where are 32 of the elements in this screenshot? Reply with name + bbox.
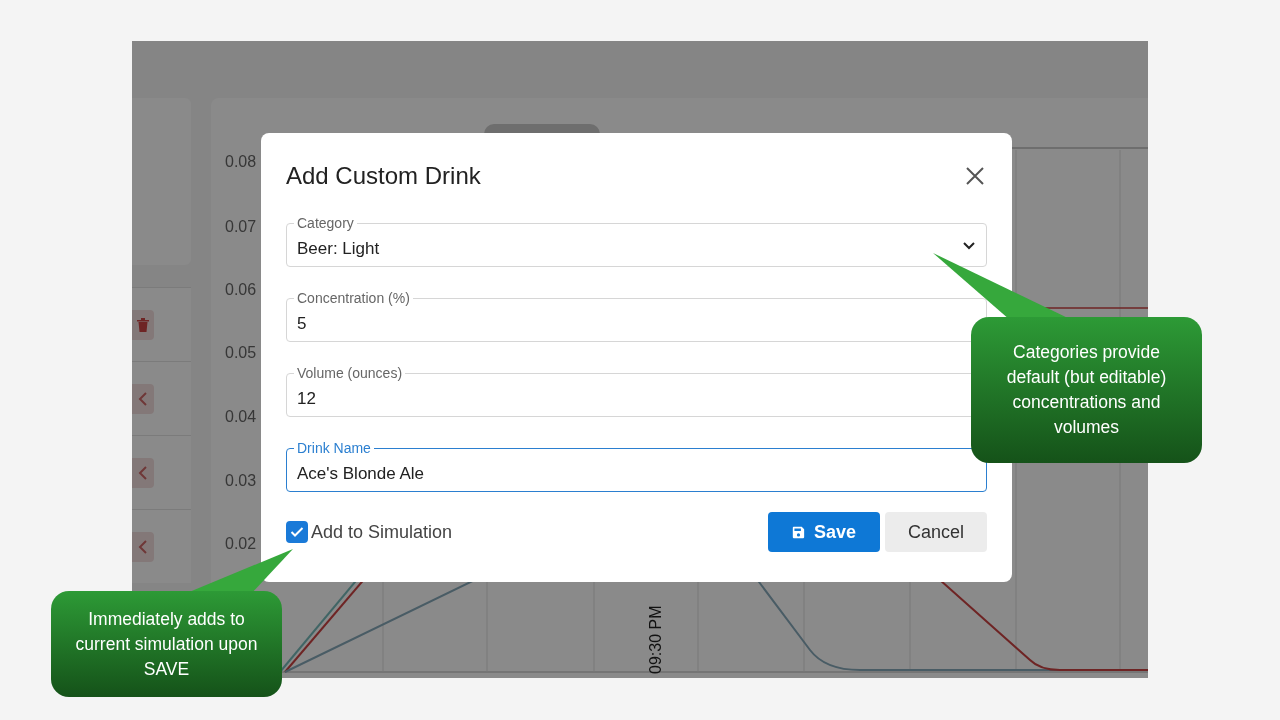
field-label: Volume (ounces) <box>294 364 406 382</box>
field-value: 5 <box>296 312 308 334</box>
field-value: Beer: Light <box>296 237 381 259</box>
checkbox[interactable] <box>286 521 308 543</box>
cancel-button[interactable]: Cancel <box>885 512 987 552</box>
callout-tooltip: Immediately adds to current simulation upon SAVE <box>51 591 282 697</box>
dialog-title: Add Custom Drink <box>286 162 481 190</box>
checkbox-label: Add to Simulation <box>311 521 453 543</box>
axis-tick-label: 0.03 <box>225 472 257 490</box>
chevron-left-icon <box>138 465 148 480</box>
field-value: Ace's Blonde Ale <box>296 462 426 484</box>
axis-tick-label: 0.08 <box>225 153 257 171</box>
chevron-down-icon <box>963 241 975 250</box>
field-label: Concentration (%) <box>294 289 413 307</box>
collapse-button[interactable] <box>132 383 154 414</box>
axis-time-label: 09:30 PM <box>647 605 665 674</box>
collapse-button[interactable] <box>132 531 154 562</box>
trash-icon <box>136 316 150 333</box>
collapse-button[interactable] <box>132 457 154 488</box>
callout-tooltip: Categories provide default (but editable) concentrations and volumes <box>971 317 1202 463</box>
axis-tick-label: 0.06 <box>225 281 257 299</box>
axis-tick-label: 0.05 <box>225 344 257 362</box>
close-icon <box>966 167 984 185</box>
axis-tick-label: 0.07 <box>225 218 257 236</box>
field-value: 12 <box>296 387 317 409</box>
checkmark-icon <box>290 526 304 538</box>
axis-tick-label: 0.04 <box>225 408 257 426</box>
delete-button[interactable] <box>132 309 154 340</box>
axis-tick-label: 0.02 <box>225 535 257 553</box>
chevron-left-icon <box>138 391 148 406</box>
save-button[interactable]: Save <box>768 512 880 552</box>
chevron-left-icon <box>138 539 148 554</box>
